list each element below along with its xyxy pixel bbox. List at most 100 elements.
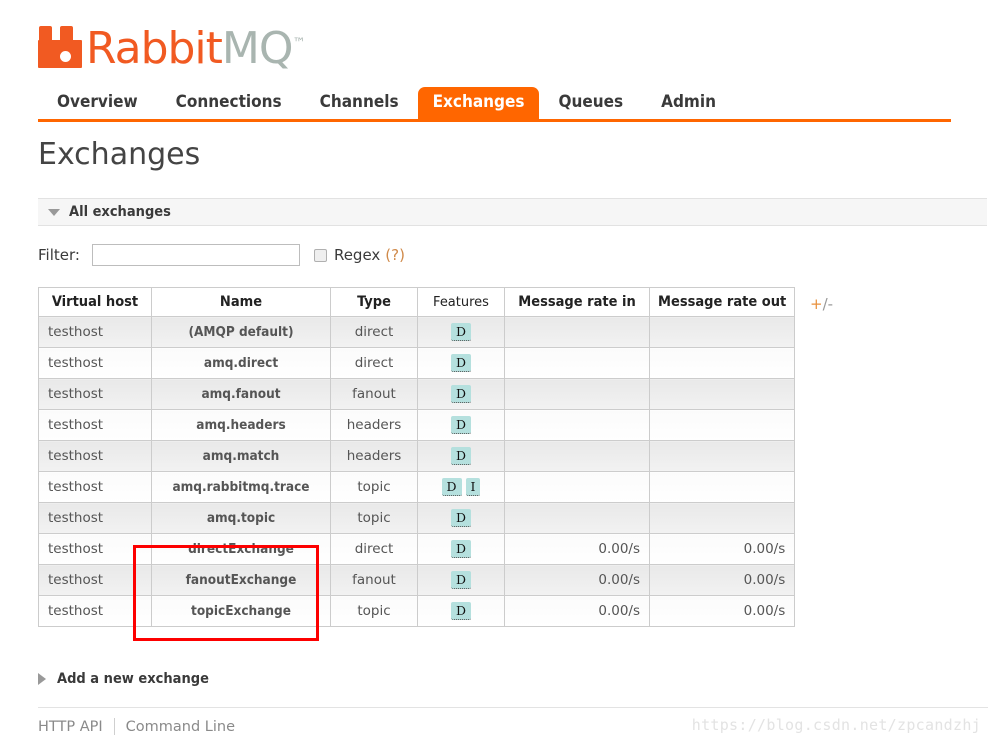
logo-word-rabbit: Rabbit bbox=[86, 23, 223, 74]
feature-badge-durable[interactable]: D bbox=[450, 571, 472, 589]
feature-badge-internal[interactable]: I bbox=[465, 478, 481, 496]
cell-name[interactable]: amq.rabbitmq.trace bbox=[151, 471, 331, 503]
table-row[interactable]: testhost amq.topic topic D bbox=[38, 502, 796, 534]
cell-rate-in bbox=[504, 378, 650, 410]
column-toggle-control[interactable]: +/- bbox=[810, 295, 833, 313]
add-exchange-section[interactable]: Add a new exchange bbox=[38, 667, 209, 691]
feature-badge-durable[interactable]: D bbox=[450, 509, 472, 527]
all-exchanges-section: All exchanges bbox=[38, 198, 988, 226]
cell-name[interactable]: topicExchange bbox=[151, 595, 331, 627]
cell-rate-in bbox=[504, 409, 650, 441]
add-exchange-label[interactable]: Add a new exchange bbox=[57, 671, 209, 687]
cell-name[interactable]: amq.direct bbox=[151, 347, 331, 379]
filter-row: Filter: Regex (?) bbox=[38, 242, 405, 268]
feature-badge-durable[interactable]: D bbox=[450, 447, 472, 465]
cell-rate-out: 0.00/s bbox=[648, 564, 796, 596]
nav-list: Overview Connections Channels Exchanges … bbox=[38, 86, 951, 119]
page-title: Exchanges bbox=[38, 137, 201, 172]
section-header-label: All exchanges bbox=[69, 204, 171, 220]
exchanges-table-wrap: Virtual host Name Type Features Message … bbox=[38, 287, 796, 627]
cell-rate-in bbox=[504, 440, 650, 472]
table-row[interactable]: testhost amq.match headers D bbox=[38, 440, 796, 472]
cell-features: D bbox=[417, 595, 505, 627]
cell-features: D bbox=[417, 502, 505, 534]
cell-rate-in: 0.00/s bbox=[504, 533, 650, 565]
cell-rate-out bbox=[648, 471, 796, 503]
table-row[interactable]: testhost directExchange direct D 0.00/s … bbox=[38, 533, 796, 565]
command-line-link[interactable]: Command Line bbox=[126, 719, 235, 735]
feature-badge-durable[interactable]: D bbox=[450, 540, 472, 558]
cell-name[interactable]: amq.match bbox=[151, 440, 331, 472]
regex-checkbox[interactable] bbox=[313, 248, 327, 262]
cell-name[interactable]: (AMQP default) bbox=[151, 316, 331, 348]
feature-badge-durable[interactable]: D bbox=[450, 602, 472, 620]
logo-wordmark: RabbitMQ™ bbox=[86, 21, 306, 72]
cell-virtual-host: testhost bbox=[38, 502, 152, 534]
cell-virtual-host: testhost bbox=[38, 471, 152, 503]
tab-admin[interactable]: Admin bbox=[642, 87, 735, 119]
table-row[interactable]: testhost amq.rabbitmq.trace topic DI bbox=[38, 471, 796, 503]
column-header-features[interactable]: Features bbox=[417, 287, 505, 317]
filter-label: Filter: bbox=[38, 246, 80, 264]
cell-type: direct bbox=[330, 533, 418, 565]
cell-features: D bbox=[417, 409, 505, 441]
http-api-link[interactable]: HTTP API bbox=[38, 719, 103, 735]
feature-badge-durable[interactable]: D bbox=[441, 478, 462, 496]
column-toggle-plus[interactable]: + bbox=[810, 295, 823, 313]
cell-features: D bbox=[417, 533, 505, 565]
logo-word-mq: MQ bbox=[221, 23, 294, 74]
regex-help-link[interactable]: (?) bbox=[385, 246, 405, 264]
column-header-name[interactable]: Name bbox=[151, 287, 331, 317]
cell-type: topic bbox=[330, 595, 418, 627]
table-row[interactable]: testhost amq.headers headers D bbox=[38, 409, 796, 441]
cell-rate-in: 0.00/s bbox=[504, 564, 650, 596]
column-header-message-rate-out[interactable]: Message rate out bbox=[648, 287, 796, 317]
cell-name[interactable]: amq.topic bbox=[151, 502, 331, 534]
feature-badge-durable[interactable]: D bbox=[450, 354, 472, 372]
footer-links: HTTP API Command Line bbox=[38, 718, 235, 735]
cell-type: headers bbox=[330, 440, 418, 472]
tab-exchanges[interactable]: Exchanges bbox=[417, 87, 540, 119]
cell-rate-out bbox=[648, 440, 796, 472]
feature-badge-durable[interactable]: D bbox=[450, 416, 472, 434]
cell-rate-in bbox=[504, 502, 650, 534]
feature-badge-durable[interactable]: D bbox=[450, 385, 472, 403]
cell-name[interactable]: directExchange bbox=[151, 533, 331, 565]
table-row[interactable]: testhost topicExchange topic D 0.00/s 0.… bbox=[38, 595, 796, 627]
section-header-bar[interactable]: All exchanges bbox=[38, 198, 987, 226]
tab-channels[interactable]: Channels bbox=[301, 87, 418, 119]
feature-badge-durable[interactable]: D bbox=[450, 323, 472, 341]
footer-divider bbox=[38, 707, 988, 708]
rabbit-eye bbox=[60, 51, 71, 62]
tab-overview[interactable]: Overview bbox=[38, 87, 157, 119]
cell-rate-out bbox=[648, 347, 796, 379]
filter-input[interactable] bbox=[91, 244, 300, 266]
table-row[interactable]: testhost fanoutExchange fanout D 0.00/s … bbox=[38, 564, 796, 596]
cell-type: headers bbox=[330, 409, 418, 441]
cell-rate-in: 0.00/s bbox=[504, 595, 650, 627]
tab-connections[interactable]: Connections bbox=[157, 87, 301, 119]
cell-type: topic bbox=[330, 502, 418, 534]
cell-rate-out bbox=[648, 409, 796, 441]
cell-name[interactable]: amq.headers bbox=[151, 409, 331, 441]
cell-virtual-host: testhost bbox=[38, 440, 152, 472]
exchanges-table: Virtual host Name Type Features Message … bbox=[38, 287, 796, 627]
table-row[interactable]: testhost amq.direct direct D bbox=[38, 347, 796, 379]
cell-name[interactable]: fanoutExchange bbox=[151, 564, 331, 596]
rabbitmq-logo[interactable]: RabbitMQ™ bbox=[38, 10, 306, 72]
tab-queues[interactable]: Queues bbox=[539, 87, 642, 119]
triangle-down-icon[interactable] bbox=[48, 208, 60, 216]
cell-rate-in bbox=[504, 316, 650, 348]
cell-rate-out: 0.00/s bbox=[648, 595, 796, 627]
table-row[interactable]: testhost (AMQP default) direct D bbox=[38, 316, 796, 348]
column-header-type[interactable]: Type bbox=[330, 287, 418, 317]
triangle-right-icon[interactable] bbox=[38, 673, 46, 685]
regex-label[interactable]: Regex bbox=[334, 246, 380, 264]
cell-type: direct bbox=[330, 347, 418, 379]
cell-features: DI bbox=[417, 471, 505, 503]
column-header-virtual-host[interactable]: Virtual host bbox=[38, 287, 152, 317]
column-toggle-minus[interactable]: - bbox=[828, 295, 833, 313]
column-header-message-rate-in[interactable]: Message rate in bbox=[504, 287, 650, 317]
table-row[interactable]: testhost amq.fanout fanout D bbox=[38, 378, 796, 410]
cell-name[interactable]: amq.fanout bbox=[151, 378, 331, 410]
